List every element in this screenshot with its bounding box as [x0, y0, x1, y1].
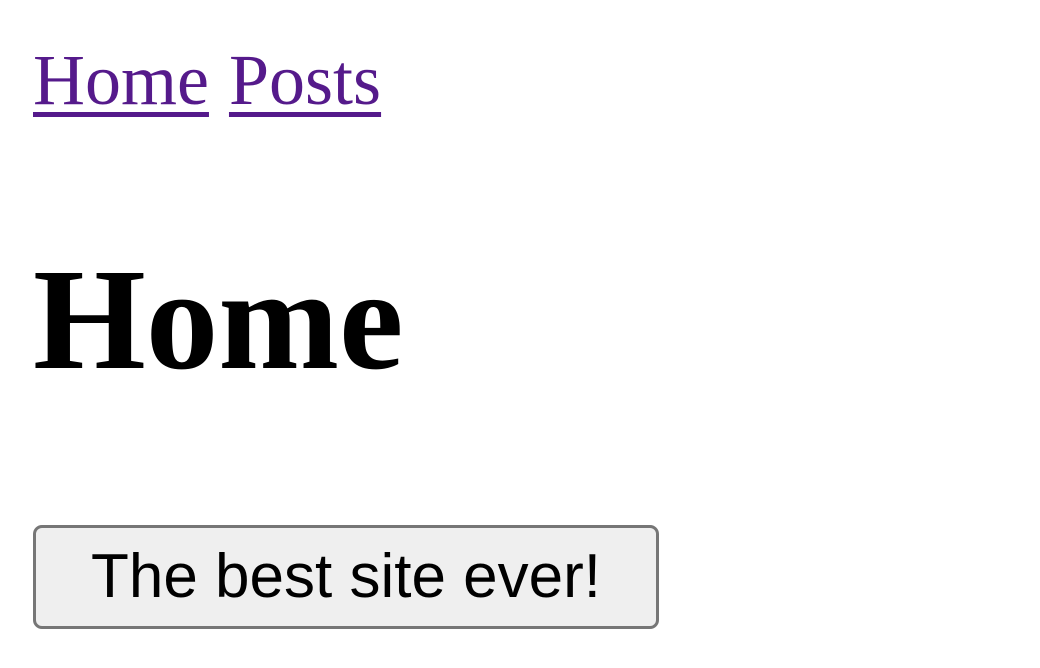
best-site-button[interactable]: The best site ever!	[33, 525, 659, 629]
page-title: Home	[33, 240, 404, 400]
nav-link-posts[interactable]: Posts	[229, 40, 381, 120]
top-nav: Home Posts	[33, 28, 381, 132]
nav-link-home[interactable]: Home	[33, 40, 209, 120]
